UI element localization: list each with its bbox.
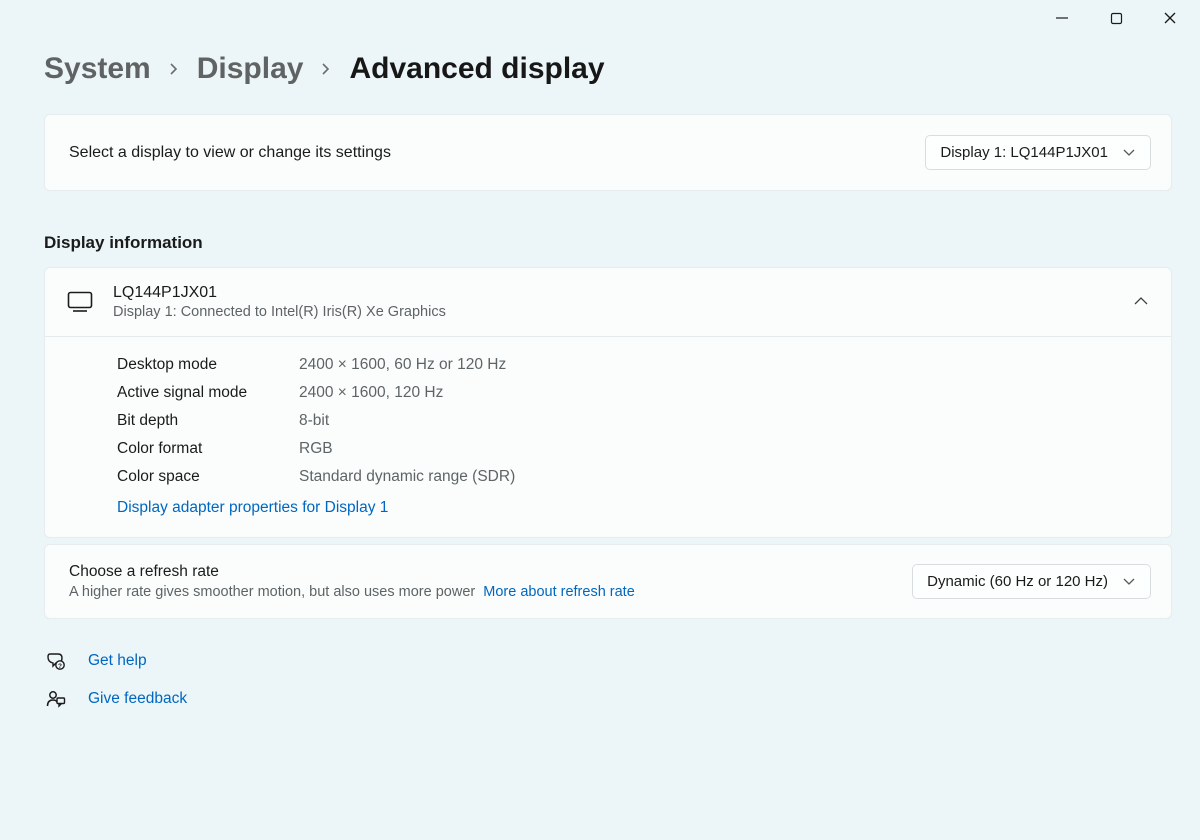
info-label: Active signal mode — [117, 384, 299, 402]
monitor-icon — [67, 291, 93, 317]
maximize-button[interactable] — [1108, 10, 1124, 26]
give-feedback-label: Give feedback — [88, 690, 187, 708]
get-help-link[interactable]: ? Get help — [46, 651, 1172, 671]
info-label: Color space — [117, 468, 299, 486]
minimize-button[interactable] — [1054, 10, 1070, 26]
refresh-rate-title: Choose a refresh rate — [69, 563, 635, 581]
footer-links: ? Get help Give feedback — [44, 651, 1172, 709]
info-row-color-format: Color format RGB — [117, 435, 1149, 463]
breadcrumb: System Display Advanced display — [44, 52, 1172, 86]
give-feedback-link[interactable]: Give feedback — [46, 689, 1172, 709]
feedback-icon — [46, 689, 66, 709]
chevron-down-icon — [1122, 148, 1136, 158]
breadcrumb-display[interactable]: Display — [197, 52, 304, 86]
breadcrumb-current: Advanced display — [349, 52, 604, 86]
refresh-rate-value: Dynamic (60 Hz or 120 Hz) — [927, 573, 1108, 590]
svg-text:?: ? — [58, 663, 62, 670]
info-row-active-signal: Active signal mode 2400 × 1600, 120 Hz — [117, 379, 1149, 407]
get-help-label: Get help — [88, 652, 147, 670]
info-value: RGB — [299, 440, 333, 458]
info-label: Bit depth — [117, 412, 299, 430]
help-icon: ? — [46, 651, 66, 671]
info-row-bit-depth: Bit depth 8-bit — [117, 407, 1149, 435]
chevron-up-icon[interactable] — [1133, 293, 1149, 311]
more-about-refresh-rate-link[interactable]: More about refresh rate — [483, 584, 635, 600]
breadcrumb-system[interactable]: System — [44, 52, 151, 86]
display-subtitle: Display 1: Connected to Intel(R) Iris(R)… — [113, 304, 1133, 320]
display-info-body: Desktop mode 2400 × 1600, 60 Hz or 120 H… — [45, 337, 1171, 537]
display-selector-value: Display 1: LQ144P1JX01 — [940, 144, 1108, 161]
refresh-rate-card: Choose a refresh rate A higher rate give… — [44, 544, 1172, 619]
display-name: LQ144P1JX01 — [113, 284, 1133, 302]
select-display-label: Select a display to view or change its s… — [69, 144, 391, 162]
info-value: Standard dynamic range (SDR) — [299, 468, 515, 486]
refresh-rate-subtitle: A higher rate gives smoother motion, but… — [69, 584, 635, 600]
chevron-down-icon — [1122, 577, 1136, 587]
info-label: Color format — [117, 440, 299, 458]
info-label: Desktop mode — [117, 356, 299, 374]
select-display-card: Select a display to view or change its s… — [44, 114, 1172, 191]
info-value: 2400 × 1600, 60 Hz or 120 Hz — [299, 356, 506, 374]
refresh-rate-dropdown[interactable]: Dynamic (60 Hz or 120 Hz) — [912, 564, 1151, 599]
info-value: 8-bit — [299, 412, 329, 430]
chevron-right-icon — [321, 61, 331, 82]
display-selector-dropdown[interactable]: Display 1: LQ144P1JX01 — [925, 135, 1151, 170]
chevron-right-icon — [169, 61, 179, 82]
info-row-desktop-mode: Desktop mode 2400 × 1600, 60 Hz or 120 H… — [117, 351, 1149, 379]
window-controls — [0, 0, 1200, 34]
display-information-heading: Display information — [44, 233, 1172, 253]
info-value: 2400 × 1600, 120 Hz — [299, 384, 443, 402]
display-info-card: LQ144P1JX01 Display 1: Connected to Inte… — [44, 267, 1172, 538]
info-row-color-space: Color space Standard dynamic range (SDR) — [117, 463, 1149, 491]
close-button[interactable] — [1162, 10, 1178, 26]
display-info-header[interactable]: LQ144P1JX01 Display 1: Connected to Inte… — [45, 268, 1171, 337]
adapter-properties-link[interactable]: Display adapter properties for Display 1 — [117, 491, 1149, 517]
